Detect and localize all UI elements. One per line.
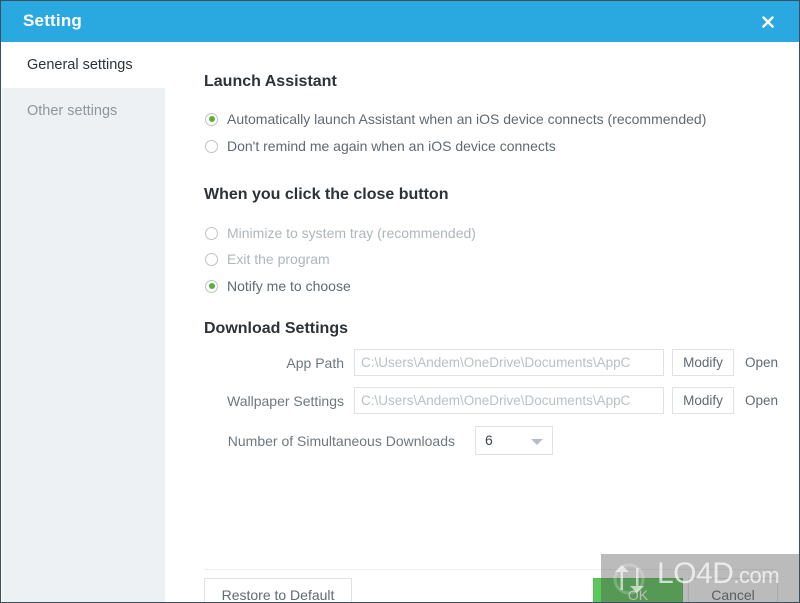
- radio-row-exit-program[interactable]: Exit the program: [205, 251, 330, 267]
- footer-divider: [204, 569, 775, 570]
- setting-dialog: Setting General settings Other settings …: [0, 0, 800, 603]
- simultaneous-downloads-select[interactable]: 6: [475, 426, 553, 455]
- radio-minimize-to-tray[interactable]: [205, 226, 218, 240]
- radio-row-dont-remind[interactable]: Don't remind me again when an iOS device…: [205, 138, 556, 154]
- title-bar: Setting: [1, 1, 799, 42]
- close-button[interactable]: [747, 1, 789, 42]
- radio-row-minimize-to-tray[interactable]: Minimize to system tray (recommended): [205, 225, 476, 241]
- radio-label-dont-remind: Don't remind me again when an iOS device…: [227, 138, 556, 154]
- radio-dont-remind[interactable]: [205, 139, 218, 153]
- simultaneous-downloads-value: 6: [485, 432, 493, 448]
- main-panel: Launch Assistant Automatically launch As…: [165, 42, 799, 602]
- radio-label-notify-me: Notify me to choose: [227, 278, 351, 294]
- radio-label-exit-program: Exit the program: [227, 251, 330, 267]
- field-row-simultaneous-downloads: Number of Simultaneous Downloads 6: [204, 426, 553, 455]
- radio-auto-launch[interactable]: [205, 112, 218, 126]
- radio-row-notify-me[interactable]: Notify me to choose: [205, 278, 351, 294]
- radio-row-auto-launch[interactable]: Automatically launch Assistant when an i…: [205, 111, 706, 127]
- app-path-input[interactable]: [354, 349, 664, 376]
- sidebar-item-other-settings[interactable]: Other settings: [2, 88, 165, 134]
- sidebar-item-label: General settings: [27, 57, 133, 73]
- field-row-app-path: App Path Modify Open: [204, 349, 778, 376]
- restore-to-default-button[interactable]: Restore to Default: [204, 578, 352, 602]
- radio-label-auto-launch: Automatically launch Assistant when an i…: [227, 111, 707, 127]
- close-icon: [760, 14, 776, 30]
- window-title: Setting: [23, 11, 83, 30]
- ok-button[interactable]: OK: [593, 578, 683, 602]
- simultaneous-downloads-label: Number of Simultaneous Downloads: [227, 432, 455, 449]
- field-row-wallpaper-settings: Wallpaper Settings Modify Open: [204, 387, 778, 414]
- section-title-launch-assistant: Launch Assistant: [204, 73, 337, 90]
- wallpaper-settings-label: Wallpaper Settings: [227, 392, 344, 409]
- sidebar-item-general-settings[interactable]: General settings: [2, 42, 165, 88]
- sidebar: General settings Other settings: [2, 42, 165, 602]
- section-title-download-settings: Download Settings: [204, 320, 348, 337]
- app-path-modify-button[interactable]: Modify: [672, 349, 734, 376]
- radio-label-minimize-to-tray: Minimize to system tray (recommended): [227, 225, 476, 241]
- chevron-down-icon: [531, 439, 543, 445]
- wallpaper-settings-modify-button[interactable]: Modify: [672, 387, 734, 414]
- wallpaper-settings-open-link[interactable]: Open: [745, 393, 778, 408]
- sidebar-item-label: Other settings: [27, 103, 118, 119]
- app-path-open-link[interactable]: Open: [745, 355, 778, 370]
- cancel-button[interactable]: Cancel: [688, 578, 778, 602]
- radio-exit-program[interactable]: [205, 252, 218, 266]
- app-path-label: App Path: [286, 354, 344, 371]
- section-title-close-button: When you click the close button: [204, 186, 449, 203]
- radio-notify-me[interactable]: [205, 279, 218, 293]
- wallpaper-settings-input[interactable]: [354, 387, 664, 414]
